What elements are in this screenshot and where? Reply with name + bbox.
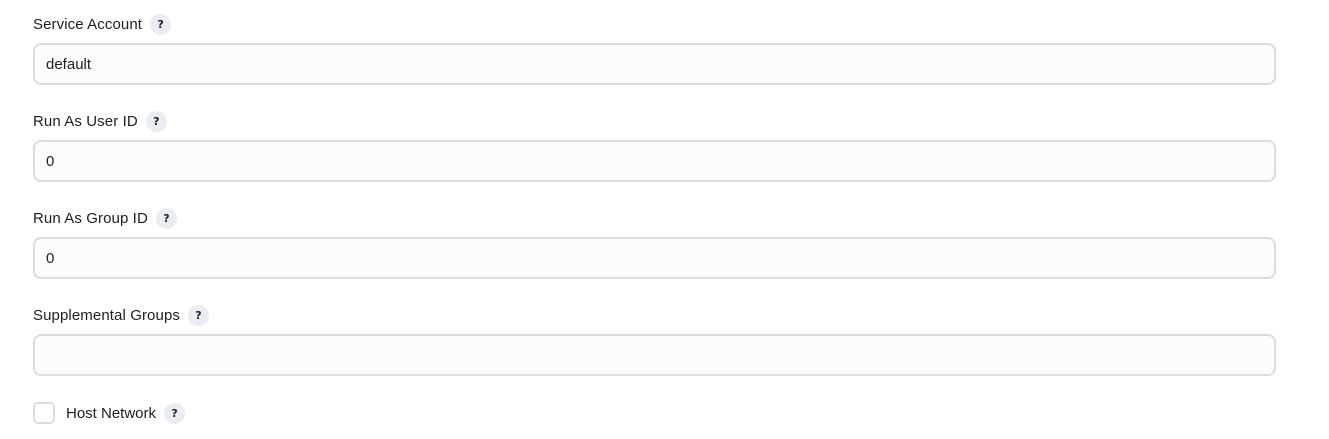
pod-settings-form: Service Account ? Run As User ID ? Run A…	[0, 0, 1329, 439]
help-icon[interactable]: ?	[145, 110, 167, 132]
help-icon[interactable]: ?	[150, 13, 172, 35]
run-as-user-id-field: Run As User ID ?	[33, 109, 1276, 182]
help-icon[interactable]: ?	[164, 402, 186, 424]
service-account-field: Service Account ?	[33, 12, 1276, 85]
run-as-group-id-label: Run As Group ID	[33, 209, 148, 227]
service-account-label-row: Service Account ?	[33, 12, 1276, 36]
run-as-user-id-label-row: Run As User ID ?	[33, 109, 1276, 133]
run-as-group-id-field: Run As Group ID ?	[33, 206, 1276, 279]
run-as-group-id-label-row: Run As Group ID ?	[33, 206, 1276, 230]
supplemental-groups-input[interactable]	[33, 334, 1276, 376]
host-network-row: Host Network ?	[33, 401, 186, 425]
host-network-checkbox[interactable]	[33, 402, 55, 424]
help-icon[interactable]: ?	[188, 304, 209, 326]
help-icon[interactable]: ?	[155, 207, 177, 229]
supplemental-groups-label: Supplemental Groups	[33, 306, 180, 324]
service-account-input[interactable]	[33, 43, 1276, 85]
supplemental-groups-label-row: Supplemental Groups ?	[33, 303, 1276, 327]
host-network-label[interactable]: Host Network	[66, 405, 156, 422]
run-as-group-id-input[interactable]	[33, 237, 1276, 279]
service-account-label: Service Account	[33, 15, 143, 33]
run-as-user-id-label: Run As User ID	[33, 112, 138, 130]
supplemental-groups-field: Supplemental Groups ?	[33, 303, 1276, 376]
run-as-user-id-input[interactable]	[33, 140, 1276, 182]
